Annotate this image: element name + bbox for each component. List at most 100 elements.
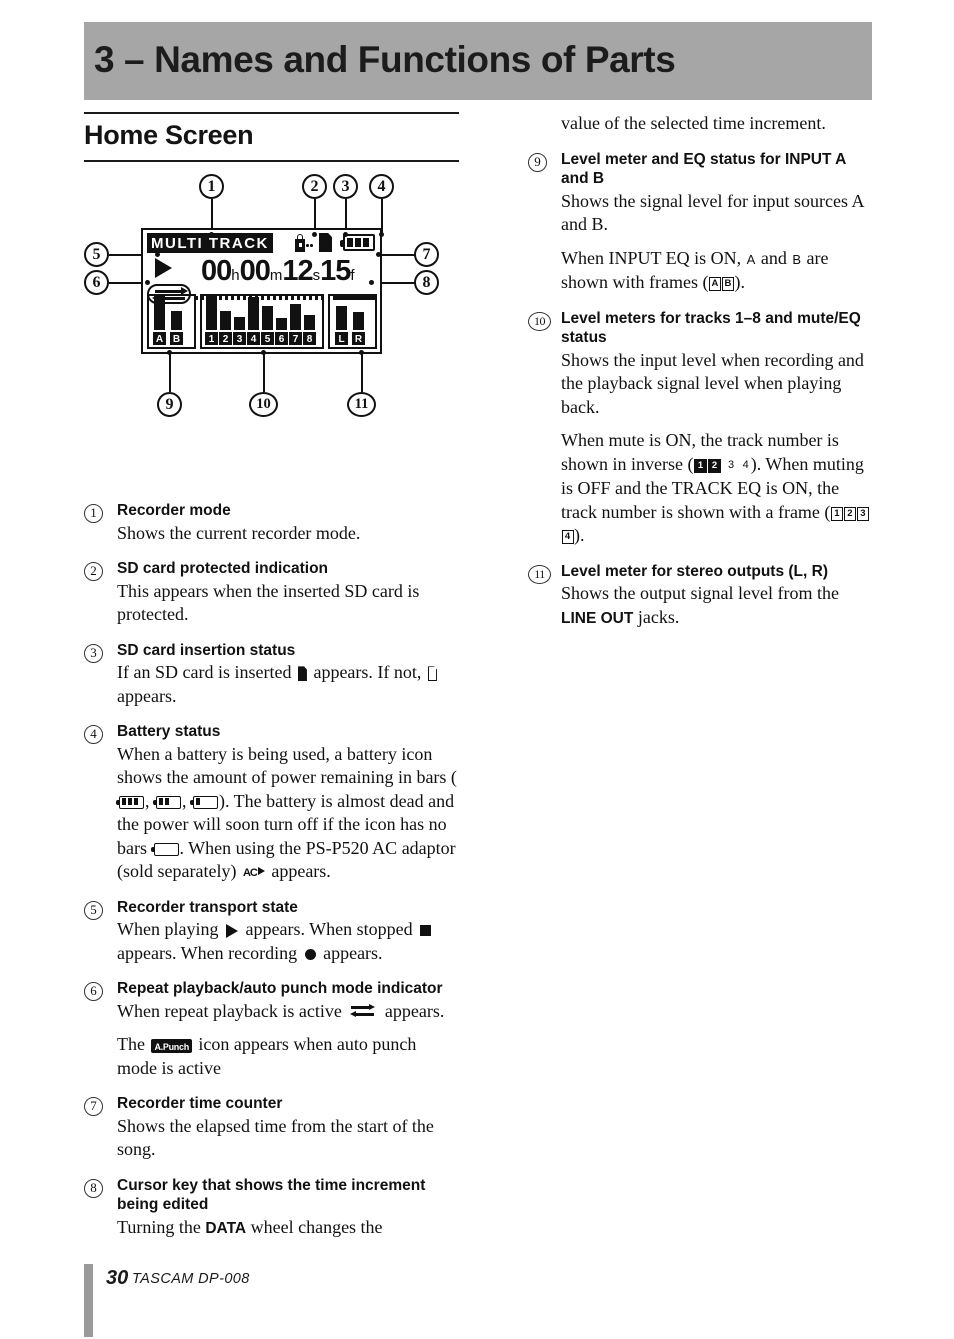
item-number: 1 xyxy=(84,504,103,523)
battery-one-bar-icon xyxy=(190,795,218,809)
time-hours: 00 xyxy=(201,255,232,287)
meter-label: 8 xyxy=(303,332,316,345)
repeat-playback-inline-icon xyxy=(348,1004,378,1019)
callout-7: 7 xyxy=(414,242,439,267)
item-number: 4 xyxy=(84,725,103,744)
track-meter-group: 1 2 3 4 5 6 7 8 xyxy=(200,294,324,349)
item-number: 10 xyxy=(528,311,551,331)
item-number: 3 xyxy=(84,643,103,663)
item-heading: Level meter and EQ status for INPUT A an… xyxy=(561,150,846,188)
item-7-time-counter: 7 Recorder time counter Shows the elapse… xyxy=(84,1094,459,1162)
item-heading: Recorder time counter xyxy=(117,1095,283,1112)
item-body-2: When INPUT EQ is ON, A and B are shown w… xyxy=(561,247,876,295)
item-heading: Battery status xyxy=(117,723,221,740)
item-heading: Recorder transport state xyxy=(117,898,298,916)
item-body-part-c: The xyxy=(117,1034,145,1054)
item-number: 7 xyxy=(84,1097,103,1116)
lcd-screen: MULTI TRACK 00h00m12s15f A B 1 2 3 4 5 6… xyxy=(141,228,382,354)
item-6-repeat-autopunch: 6 Repeat playback/auto punch mode indica… xyxy=(84,979,459,1080)
track-3-plain-glyph: 3 xyxy=(727,458,735,471)
item-heading: SD card protected indication xyxy=(117,560,329,577)
item-number: 2 xyxy=(84,562,103,581)
leader-dot-7 xyxy=(376,252,381,257)
leader-line-7 xyxy=(379,254,416,256)
item-body: When playing appears. When stopped appea… xyxy=(117,918,459,965)
item-body-2: The A.Punch icon appears when auto punch… xyxy=(117,1033,459,1080)
item-body: Turning the DATA wheel changes the xyxy=(117,1216,459,1241)
item-body: If an SD card is inserted appears. If no… xyxy=(117,661,459,708)
time-frames-unit: f xyxy=(350,267,355,284)
item-body-part-c: and xyxy=(760,247,787,268)
battery-empty-icon xyxy=(150,842,179,856)
item-4-battery-status: 4 Battery status When a battery is being… xyxy=(84,722,459,884)
track-2-framed-icon: 2 xyxy=(843,506,856,521)
callout-9: 9 xyxy=(157,392,182,417)
item-body-part-b: appears. xyxy=(384,1000,445,1021)
leader-line-10 xyxy=(263,352,265,392)
item-number: 6 xyxy=(84,982,103,1001)
battery-full-icon xyxy=(116,795,144,809)
leader-line-11 xyxy=(361,352,363,392)
battery-icon xyxy=(340,234,375,251)
leader-dot-3 xyxy=(343,232,348,237)
leader-dot-2 xyxy=(312,232,317,237)
callout-11: 11 xyxy=(347,392,376,417)
input-b-framed-icon: B xyxy=(721,277,734,291)
item-number: 5 xyxy=(84,900,103,920)
item-body-part-b: When INPUT EQ is ON, xyxy=(561,247,742,268)
home-screen-figure: 1 2 3 4 5 6 7 8 MULTI TRACK 00h00m12s15f… xyxy=(84,166,459,501)
meter-label: A xyxy=(153,332,166,345)
recorder-time-counter: 00h00m12s15f xyxy=(201,255,379,288)
line-out-label: LINE OUT xyxy=(561,609,634,627)
item-number: 9 xyxy=(528,152,547,172)
sd-card-inserted-icon xyxy=(297,666,307,682)
item-body-part-c: appears. xyxy=(117,685,177,706)
item-body-2: When mute is ON, the track number is sho… xyxy=(561,429,876,548)
input-b-glyph: B xyxy=(792,251,801,267)
leader-dot-9 xyxy=(167,350,172,355)
meter-label: 6 xyxy=(275,332,288,345)
input-a-glyph: A xyxy=(746,251,756,267)
item-body-part-c: appears. When recording xyxy=(117,942,298,963)
item-body: Shows the current recorder mode. xyxy=(117,522,361,543)
meter-label: 7 xyxy=(289,332,302,345)
item-body-part-b: , xyxy=(145,790,150,811)
footer-model-name: TASCAM DP-008 xyxy=(132,1271,250,1287)
callout-3: 3 xyxy=(333,174,358,199)
callout-6: 6 xyxy=(84,270,109,295)
item-body-part-b: jacks. xyxy=(637,606,680,627)
meter-label: B xyxy=(170,332,183,345)
item-body-part-b: wheel changes the xyxy=(250,1216,383,1237)
item-number: 8 xyxy=(84,1178,103,1198)
battery-two-bar-icon xyxy=(153,795,181,809)
leader-dot-4 xyxy=(379,232,384,237)
data-wheel-label: DATA xyxy=(205,1219,247,1237)
time-hours-unit: h xyxy=(231,267,240,284)
callout-1: 1 xyxy=(199,174,224,199)
page-number: 30 xyxy=(106,1267,129,1289)
meter-label: 1 xyxy=(205,332,218,345)
item-heading: Repeat playback/auto punch mode indicato… xyxy=(117,980,443,997)
chapter-banner: 3 – Names and Functions of Parts xyxy=(84,22,872,100)
leader-dot-10 xyxy=(261,350,266,355)
item-1-recorder-mode: 1 Recorder mode Shows the current record… xyxy=(84,501,459,545)
meter-label: L xyxy=(335,332,348,345)
chapter-title: 3 – Names and Functions of Parts xyxy=(94,39,676,81)
auto-punch-icon: A.Punch xyxy=(151,1038,192,1053)
sd-card-icon xyxy=(319,233,332,252)
leader-dot-6 xyxy=(145,280,150,285)
callout-10: 10 xyxy=(249,392,278,417)
meter-label: 2 xyxy=(219,332,232,345)
item-body: Shows the input level when recording and… xyxy=(561,349,864,417)
item-5-transport-state: 5 Recorder transport state When playing … xyxy=(84,898,459,966)
meter-label: 5 xyxy=(261,332,274,345)
ac-adaptor-icon: AC xyxy=(243,866,265,880)
item-body: This appears when the inserted SD card i… xyxy=(117,580,420,625)
item-body-part-a: Turning the xyxy=(117,1216,201,1237)
track-2-inverse-icon: 2 xyxy=(707,458,721,473)
item-heading: Recorder mode xyxy=(117,502,231,519)
item-heading: Level meter for stereo outputs (L, R) xyxy=(561,562,828,580)
sd-card-absent-icon xyxy=(427,666,437,682)
item-9-input-level-meter: 9 Level meter and EQ status for INPUT A … xyxy=(528,150,876,295)
time-frames: 15 xyxy=(320,255,351,287)
